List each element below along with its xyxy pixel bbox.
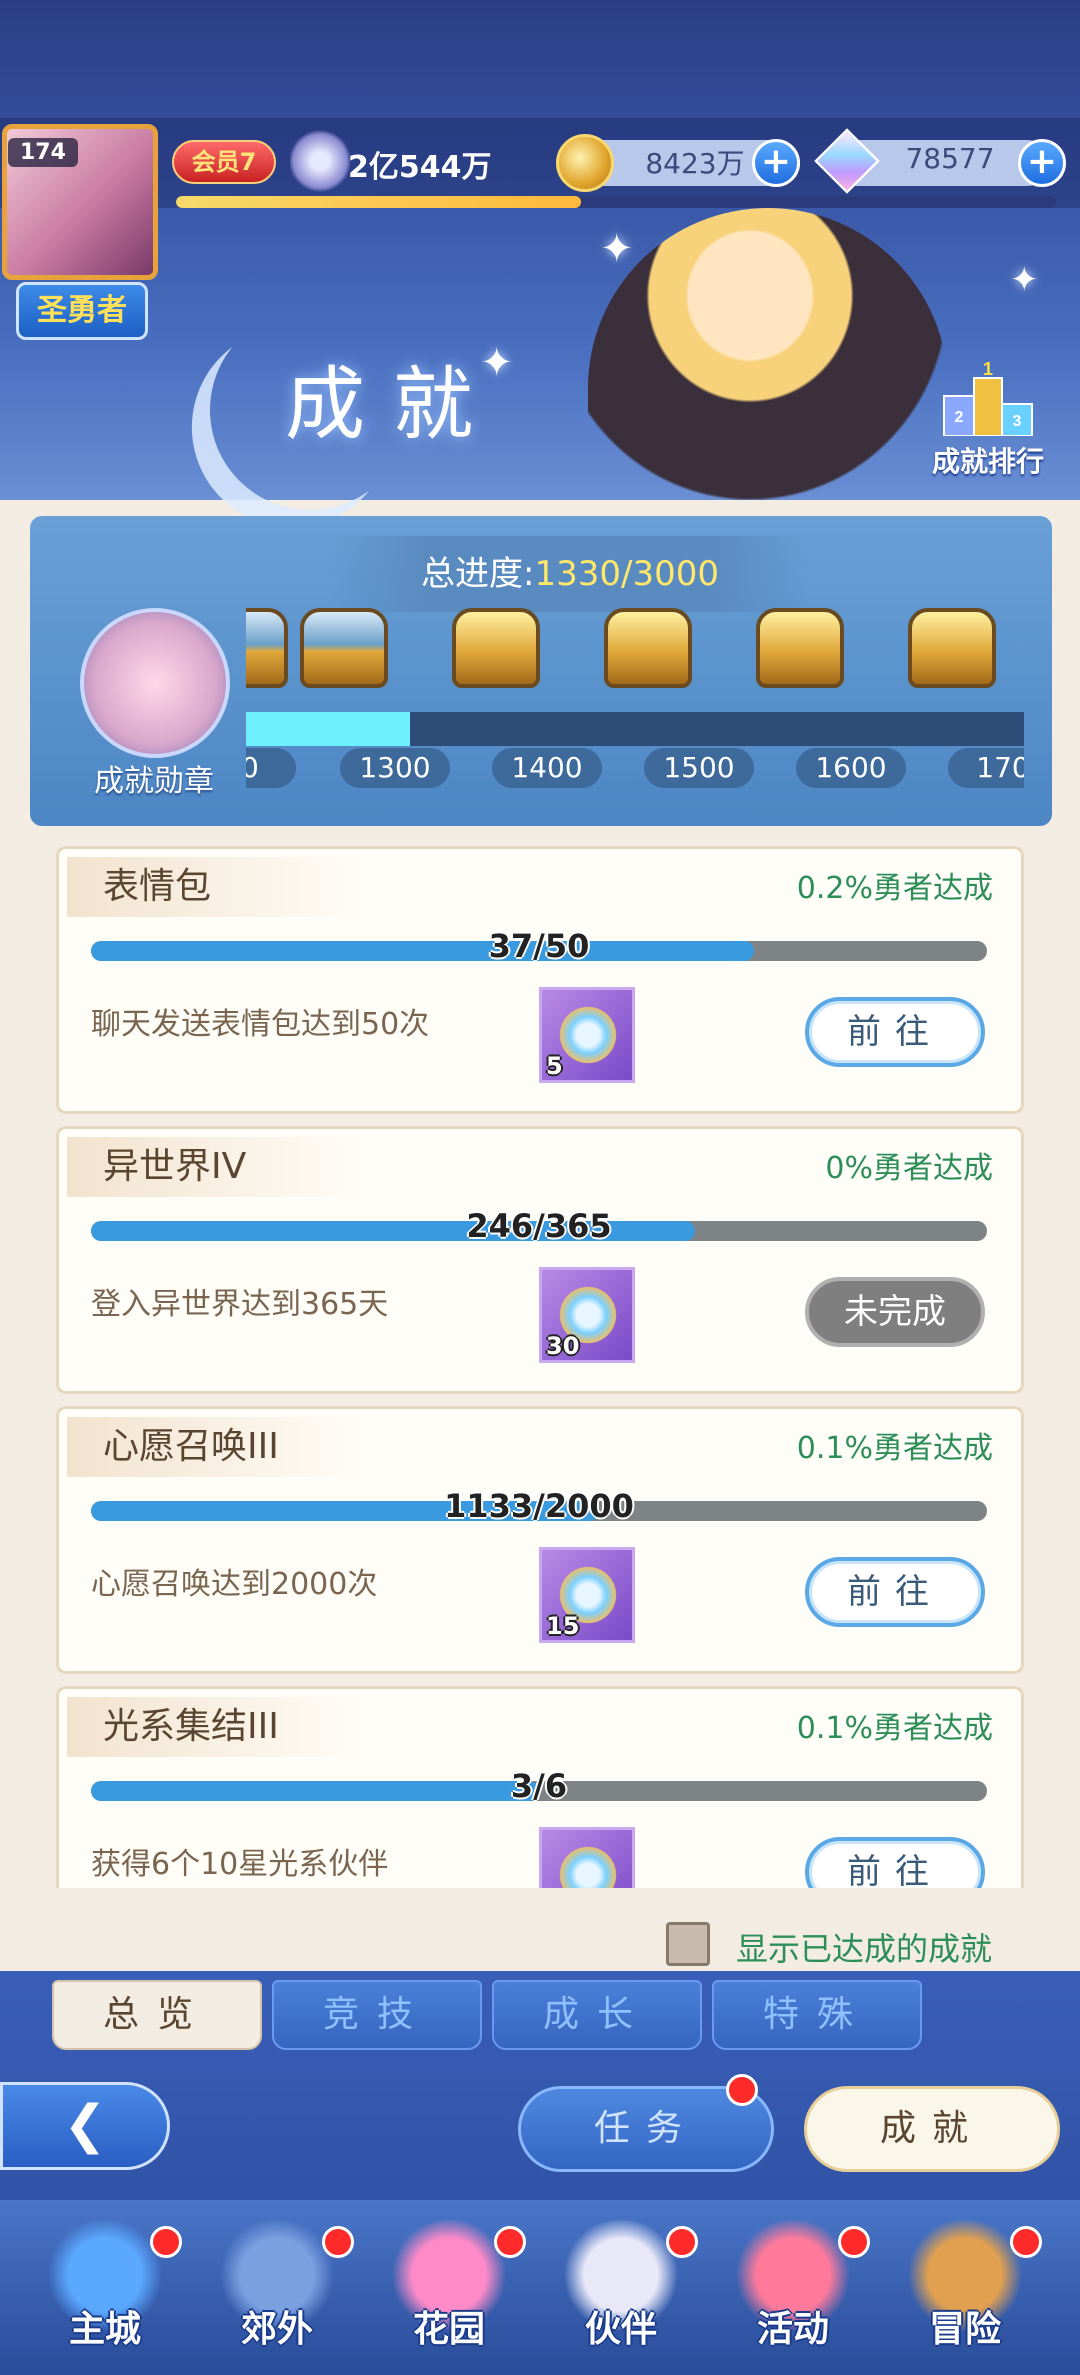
achievement-description: 心愿召唤达到2000次 [91, 1567, 378, 1602]
achievement-card: 异世界IV 0%勇者达成 246/365 登入异世界达到365天 30 未完成 [56, 1126, 1024, 1394]
achievement-ranking-button[interactable]: 1 2 3 成就排行 [918, 360, 1058, 480]
achievement-description: 获得6个10星光系伙伴 [91, 1847, 389, 1882]
reward-medal-icon[interactable]: 5 [539, 987, 635, 1083]
nav-label: 花园 [412, 2309, 485, 2350]
ranking-label: 成就排行 [931, 445, 1044, 478]
tab-special[interactable]: 特殊 [712, 1980, 922, 2050]
achievements-button[interactable]: 成就 [804, 2086, 1060, 2172]
achievement-list[interactable]: 表情包 0.2%勇者达成 37/50 聊天发送表情包达到50次 5 前往 异世界IV 0%勇者… [56, 846, 1024, 1888]
achievement-description: 聊天发送表情包达到50次 [91, 1007, 430, 1042]
reward-count: 30 [546, 1332, 580, 1360]
achievement-medal-icon[interactable] [80, 608, 230, 758]
milestone-tick: 1300 [340, 748, 450, 788]
achievement-card: 表情包 0.2%勇者达成 37/50 聊天发送表情包达到50次 5 前往 [56, 846, 1024, 1114]
achievement-progress-text: 1133/2000 [444, 1487, 634, 1525]
go-button[interactable]: 前往 [805, 1557, 985, 1627]
achievement-name: 心愿召唤III [67, 1417, 367, 1477]
achievement-name: 异世界IV [67, 1137, 367, 1197]
gem-value: 78577 [905, 142, 995, 175]
achievement-medal-label: 成就勋章 [94, 764, 214, 799]
milestone-tick: 170 [948, 748, 1024, 788]
milestone-tick: 00 [246, 748, 296, 788]
milestone-tick: 1600 [796, 748, 906, 788]
notification-dot [494, 2226, 526, 2258]
coin-icon [556, 134, 614, 192]
sparkle-icon: ✦ [1010, 260, 1039, 300]
nav-item[interactable]: 活动 [708, 2200, 878, 2375]
reward-medal-icon[interactable]: 15 [539, 1547, 635, 1643]
go-button[interactable]: 前往 [805, 997, 985, 1067]
vip-badge[interactable]: 会员7 [172, 140, 276, 184]
tab-arena[interactable]: 竞技 [272, 1980, 482, 2050]
achievement-card: 光系集结III 0.1%勇者达成 3/6 获得6个10星光系伙伴 前往 [56, 1686, 1024, 1888]
bottom-nav: 主城 郊外 花园 伙伴 活动 冒险 [0, 2200, 1080, 2375]
total-progress-panel: 总进度:1330/3000 成就勋章 00 1300 1400 1500 160… [30, 516, 1052, 826]
nav-label: 冒险 [928, 2309, 1001, 2350]
achievement-rate: 0%勇者达成 [825, 1151, 993, 1186]
reward-medal-icon[interactable] [539, 1827, 635, 1888]
power-icon [290, 128, 350, 194]
show-completed-checkbox[interactable] [666, 1922, 710, 1966]
power-value: 2亿544万 [348, 150, 492, 185]
coin-value: 8423万 [645, 147, 745, 180]
achievement-rate: 0.1%勇者达成 [796, 1431, 993, 1466]
achievement-name: 光系集结III [67, 1697, 367, 1757]
podium-icon: 1 2 3 [943, 360, 1033, 436]
add-gems-button[interactable]: + [1018, 139, 1066, 187]
achievement-description: 登入异世界达到365天 [91, 1287, 389, 1322]
notification-dot [322, 2226, 354, 2258]
achievement-rate: 0.2%勇者达成 [796, 871, 993, 906]
achievement-name: 表情包 [67, 857, 367, 917]
add-coins-button[interactable]: + [752, 139, 800, 187]
achievement-rate: 0.1%勇者达成 [796, 1711, 993, 1746]
nav-item[interactable]: 冒险 [880, 2200, 1050, 2375]
page-title: 成就 [285, 358, 501, 451]
nav-label: 活动 [756, 2309, 829, 2350]
sparkle-icon: ✦ [600, 226, 634, 272]
achievement-progress-text: 37/50 [488, 927, 590, 965]
nav-item[interactable]: 郊外 [192, 2200, 362, 2375]
nav-item[interactable]: 伙伴 [536, 2200, 706, 2375]
notification-dot [666, 2226, 698, 2258]
player-title-badge: 圣勇者 [16, 282, 148, 340]
milestone-ticks: 00 1300 1400 1500 1600 170 [246, 516, 1024, 816]
tab-overview[interactable]: 总览 [52, 1980, 262, 2050]
nav-item[interactable]: 花园 [364, 2200, 534, 2375]
reward-count: 15 [546, 1612, 580, 1640]
incomplete-button[interactable]: 未完成 [805, 1277, 985, 1347]
show-completed-label[interactable]: 显示已达成的成就 [736, 1924, 992, 1970]
milestone-tick: 1400 [492, 748, 602, 788]
reward-medal-icon[interactable]: 30 [539, 1267, 635, 1363]
achievement-progress-text: 3/6 [510, 1767, 568, 1805]
achievement-progress-text: 246/365 [466, 1207, 612, 1245]
svg-text:1: 1 [983, 360, 993, 379]
back-button[interactable]: ❮ [0, 2082, 170, 2170]
back-arrow-icon: ❮ [63, 2095, 107, 2155]
medal-icon [558, 1840, 618, 1888]
svg-text:3: 3 [1013, 413, 1022, 430]
nav-label: 伙伴 [584, 2309, 657, 2350]
notification-dot [1010, 2226, 1042, 2258]
reward-count: 5 [546, 1052, 563, 1080]
svg-text:2: 2 [955, 409, 964, 426]
achievement-card: 心愿召唤III 0.1%勇者达成 1133/2000 心愿召唤达到2000次 15 前往 [56, 1406, 1024, 1674]
notification-dot [726, 2074, 758, 2106]
experience-bar [176, 196, 1056, 208]
player-level: 174 [8, 138, 78, 167]
medal-icon [558, 1000, 618, 1070]
milestone-tick: 1500 [644, 748, 754, 788]
go-button[interactable]: 前往 [805, 1837, 985, 1888]
nav-label: 郊外 [240, 2309, 313, 2350]
nav-item[interactable]: 主城 [20, 2200, 190, 2375]
experience-fill [176, 196, 581, 208]
notification-dot [150, 2226, 182, 2258]
notification-dot [838, 2226, 870, 2258]
tab-growth[interactable]: 成长 [492, 1980, 702, 2050]
nav-label: 主城 [68, 2309, 141, 2350]
